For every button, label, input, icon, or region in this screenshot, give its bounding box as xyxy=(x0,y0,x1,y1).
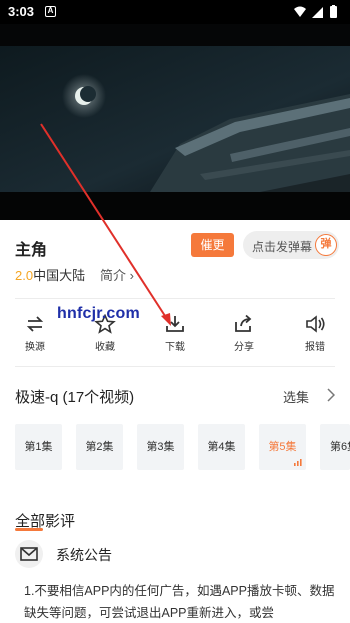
swap-icon xyxy=(26,316,44,332)
notice-avatar xyxy=(15,540,43,568)
episode-item[interactable]: 第6集 xyxy=(320,424,350,470)
status-icons xyxy=(294,5,337,18)
mail-icon xyxy=(20,547,38,561)
region: 中国大陆 xyxy=(33,268,86,283)
action-label: 下载 xyxy=(165,342,185,353)
episode-item[interactable]: 第2集 xyxy=(76,424,123,470)
status-bar: 3:03 A xyxy=(0,0,350,24)
video-frame xyxy=(0,24,350,220)
episode-label: 第5集 xyxy=(268,441,297,453)
episode-item-active[interactable]: 第5集 xyxy=(259,424,306,470)
intro-link[interactable]: 简介 › xyxy=(100,265,134,284)
action-share[interactable]: 分享 xyxy=(219,314,269,353)
action-label: 报错 xyxy=(305,342,325,353)
notice-title: 系统公告 xyxy=(56,547,112,563)
divider xyxy=(15,366,335,367)
action-download[interactable]: 下载 xyxy=(150,314,200,353)
watermark: hnfcjr.com xyxy=(57,305,140,322)
episode-item[interactable]: 第1集 xyxy=(15,424,62,470)
select-episode-link[interactable]: 选集 xyxy=(283,387,309,406)
action-report[interactable]: 报错 xyxy=(290,314,340,353)
episode-item[interactable]: 第4集 xyxy=(198,424,245,470)
notification-icon: A xyxy=(45,6,56,17)
intro-label: 简介 xyxy=(100,268,127,283)
share-icon xyxy=(235,314,252,332)
action-label: 换源 xyxy=(25,342,45,353)
download-icon xyxy=(166,316,184,332)
divider xyxy=(15,298,335,299)
tab-underline xyxy=(15,528,43,531)
notice-body: 1.不要相信APP内的任何广告，如遇APP播放卡顿、数据缺失等问题，可尝试退出A… xyxy=(24,584,335,620)
action-label: 收藏 xyxy=(95,342,115,353)
danmu-icon[interactable]: 弹 xyxy=(315,234,337,256)
wifi-icon xyxy=(294,6,306,17)
urge-update-button[interactable]: 催更 xyxy=(191,233,234,257)
speaker-icon xyxy=(306,315,325,333)
episode-item[interactable]: 第3集 xyxy=(137,424,184,470)
status-time: 3:03 xyxy=(8,4,35,19)
series-title: 极速-q (17个视频) xyxy=(15,389,135,406)
battery-icon xyxy=(330,6,337,18)
playing-bars-icon xyxy=(294,459,302,466)
signal-icon xyxy=(312,7,323,18)
danmu-placeholder: 点击发弹幕 xyxy=(252,240,313,254)
score: 2.0 xyxy=(15,268,34,283)
video-meta: 2.0中国大陆 xyxy=(15,265,85,284)
action-label: 分享 xyxy=(234,342,254,353)
video-player[interactable] xyxy=(0,24,350,220)
action-swap-source[interactable]: 换源 xyxy=(10,314,60,353)
danmu-input[interactable]: 点击发弹幕 弹 xyxy=(243,231,339,259)
chevron-right-icon: › xyxy=(129,268,134,283)
video-title: 主角 xyxy=(15,242,48,259)
chevron-right-icon[interactable] xyxy=(327,388,335,402)
